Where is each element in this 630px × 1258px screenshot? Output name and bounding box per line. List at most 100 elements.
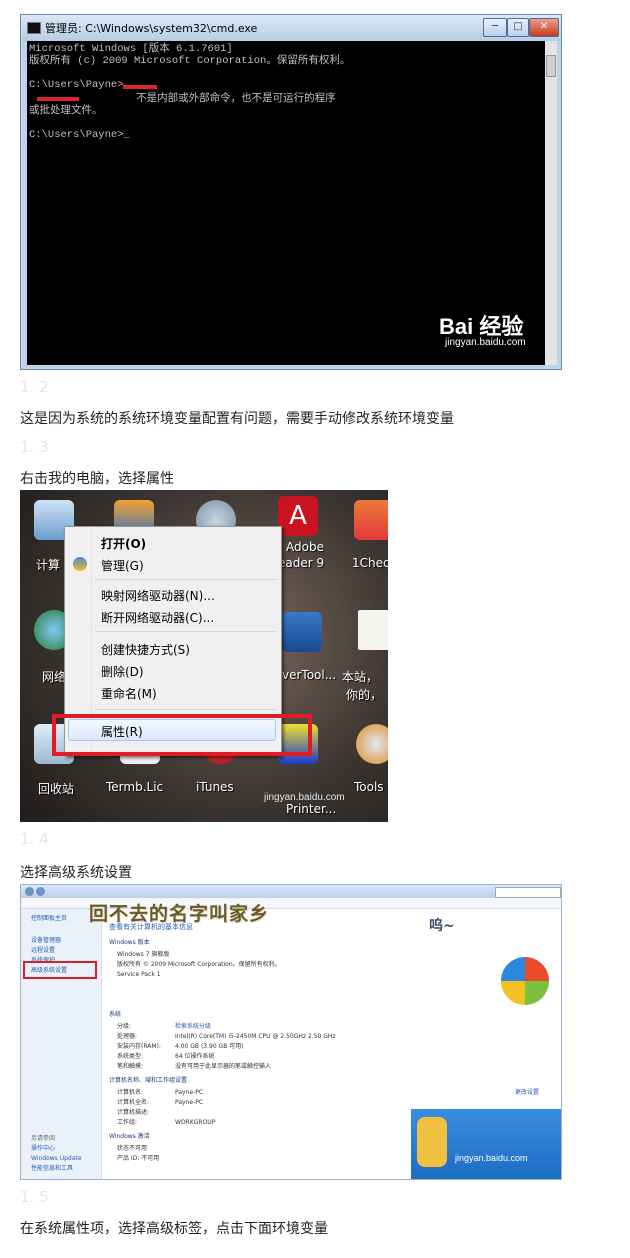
desktop-icon-label: eader 9 <box>278 556 325 570</box>
sidebar-section-label: 另请参阅 <box>31 1135 56 1142</box>
back-icon[interactable] <box>25 887 34 896</box>
info-value: 4.00 GB (3.90 GB 可用) <box>175 1043 244 1050</box>
info-label: 计算机名: <box>117 1089 144 1096</box>
info-label: 计算机描述: <box>117 1109 150 1116</box>
info-label: 系统类型: <box>117 1053 144 1060</box>
close-button[interactable]: ✕ <box>529 18 559 37</box>
redaction-mark <box>37 97 79 101</box>
menu-divider <box>95 709 277 710</box>
section-heading: Windows 版本 <box>109 939 150 946</box>
info-label: 安装内存(RAM): <box>117 1043 161 1050</box>
step-number: 1. 3 <box>20 438 49 456</box>
info-line: 版权所有 © 2009 Microsoft Corporation。保留所有权利… <box>117 961 281 968</box>
red-highlight-box <box>52 714 312 756</box>
cmd-app-icon <box>27 22 41 34</box>
step-text: 这是因为系统的系统环境变量配置有问题，需要手动修改系统环境变量 <box>20 411 454 427</box>
desktop-icon-label: 网络 <box>42 670 67 684</box>
console-line: 或批处理文件。 <box>29 105 103 117</box>
tools-icon[interactable] <box>282 612 322 652</box>
menu-item-rename[interactable]: 重命名(M) <box>101 685 157 702</box>
desktop-icon-label: 计算 <box>36 558 61 572</box>
info-value: 没有可用于此显示器的笔或触控输入 <box>175 1063 272 1070</box>
info-label: 笔和触摸: <box>117 1063 144 1070</box>
step-number: 1. 4 <box>20 830 49 848</box>
info-label: 处理器: <box>117 1033 138 1040</box>
windows-logo-icon <box>501 957 549 1005</box>
cmd-scrollbar[interactable] <box>545 41 557 365</box>
console-line: 版权所有 (c) 2009 Microsoft Corporation。保留所有… <box>29 55 351 67</box>
red-highlight-box <box>23 961 97 979</box>
info-line: Windows 7 旗舰版 <box>117 951 170 958</box>
cmd-window-screenshot: 管理员: C:\Windows\system32\cmd.exe ─ □ ✕ M… <box>20 14 562 370</box>
notepad-icon[interactable] <box>358 610 388 650</box>
sidebar-item[interactable]: 设备管理器 <box>31 937 61 945</box>
menu-divider <box>95 579 277 580</box>
info-line: Service Pack 1 <box>117 971 161 978</box>
step-number: 1. 2 <box>20 378 49 396</box>
overlay-caption: 呜~ <box>429 918 455 934</box>
desktop-icon-label: iTunes <box>196 780 234 794</box>
sidebar-item[interactable]: Windows Update <box>31 1155 81 1163</box>
section-heading: Windows 激活 <box>109 1133 150 1140</box>
sidebar: 控制面板主页 设备管理器 远程设置 系统保护 高级系统设置 另请参阅 操作中心 … <box>21 909 102 1179</box>
section-heading: 计算机名称、域和工作组设置 <box>109 1077 188 1084</box>
info-value: Payne-PC <box>175 1089 204 1096</box>
menu-item-map-drive[interactable]: 映射网络驱动器(N)... <box>101 587 215 604</box>
cmd-window-title: 管理员: C:\Windows\system32\cmd.exe <box>45 22 258 35</box>
desktop-icon-label: Termb.Lic <box>106 780 164 794</box>
cmd-console[interactable]: Microsoft Windows [版本 6.1.7601] 版权所有 (c)… <box>27 41 545 365</box>
menu-divider <box>95 631 277 632</box>
watermark-url: jingyan.baidu.com <box>264 792 345 803</box>
info-value: Payne-PC <box>175 1099 204 1106</box>
sidebar-item[interactable]: 操作中心 <box>31 1145 55 1153</box>
system-properties-screenshot: 控制面板主页 设备管理器 远程设置 系统保护 高级系统设置 另请参阅 操作中心 … <box>20 884 562 1180</box>
cmd-title-bar: 管理员: C:\Windows\system32\cmd.exe ─ □ ✕ <box>21 15 561 41</box>
sidebar-item[interactable]: 控制面板主页 <box>31 915 67 923</box>
scrollbar-thumb[interactable] <box>546 55 556 77</box>
desktop-icon-label: Tools <box>354 780 384 794</box>
menu-item-delete[interactable]: 删除(D) <box>101 663 144 680</box>
desktop-icon-label: 回收站 <box>38 782 75 796</box>
shield-icon <box>73 557 87 571</box>
promo-popup[interactable]: jingyan.baidu.com <box>411 1109 561 1179</box>
menu-item-disconnect-drive[interactable]: 断开网络驱动器(C)... <box>101 609 214 626</box>
console-line: Microsoft Windows [版本 6.1.7601] <box>29 43 233 55</box>
forward-icon[interactable] <box>36 887 45 896</box>
sidebar-item[interactable]: 远程设置 <box>31 947 55 955</box>
maximize-button[interactable]: □ <box>507 18 529 37</box>
step-number: 1. 5 <box>20 1188 49 1206</box>
step-text: 选择高级系统设置 <box>20 865 132 881</box>
step-text: 右击我的电脑，选择属性 <box>20 471 174 487</box>
desktop-icon-label: 你的， <box>346 688 383 702</box>
adobe-reader-icon[interactable]: A <box>278 496 318 536</box>
desktop-icon-label: 1Chec <box>352 556 388 570</box>
watermark-url: jingyan.baidu.com <box>445 337 526 348</box>
menu-item-open[interactable]: 打开(O) <box>101 535 146 552</box>
menu-item-manage[interactable]: 管理(G) <box>101 557 144 574</box>
app-icon[interactable] <box>356 724 388 764</box>
info-value: Intel(R) Core(TM) i5-2450M CPU @ 2.50GHz… <box>175 1033 336 1040</box>
search-input[interactable] <box>495 887 561 898</box>
info-line: 产品 ID: 不可用 <box>117 1155 160 1162</box>
info-label: 计算机全名: <box>117 1099 150 1106</box>
desktop-icon-label: 本站， <box>342 670 379 684</box>
change-settings-link[interactable]: 更改设置 <box>515 1089 539 1097</box>
info-line: 状态不可用 <box>117 1145 148 1152</box>
overlay-caption: 回不去的名字叫家乡 <box>89 903 270 925</box>
minimize-button[interactable]: ─ <box>483 18 507 37</box>
info-label: 分级: <box>117 1023 132 1030</box>
info-label: 工作组: <box>117 1119 138 1126</box>
sidebar-item[interactable]: 性能信息和工具 <box>31 1165 73 1173</box>
info-value[interactable]: 检索系统分级 <box>175 1023 211 1031</box>
info-value: 64 位操作系统 <box>175 1053 215 1060</box>
menu-item-create-shortcut[interactable]: 创建快捷方式(S) <box>101 641 190 658</box>
console-line: C:\Users\Payne> <box>29 79 124 91</box>
app-icon[interactable] <box>354 500 388 540</box>
watermark-url: jingyan.baidu.com <box>455 1153 528 1163</box>
desktop-icon-label: Printer... <box>286 802 337 816</box>
desktop-icon-label: Adobe <box>286 540 324 554</box>
desktop-context-menu-screenshot: 计算 A Adobe eader 9 1Chec 网络 verTool... 本… <box>20 490 388 822</box>
address-bar[interactable] <box>21 885 561 898</box>
redaction-mark <box>123 85 157 89</box>
step-text: 在系统属性项，选择高级标签，点击下面环境变量 <box>20 1221 328 1237</box>
